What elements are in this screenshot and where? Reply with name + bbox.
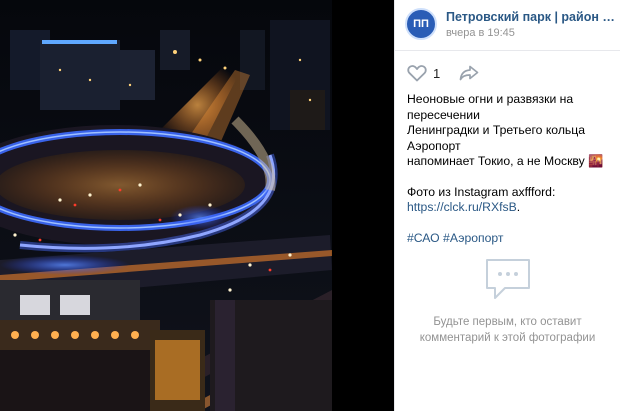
post-actions: 1: [395, 51, 620, 86]
empty-comments: Будьте первым, кто оставит комментарий к…: [395, 256, 620, 346]
source-link[interactable]: https://clck.ru/RXfsB: [407, 200, 517, 214]
post-line: Неоновые огни и развязки на пересечении: [407, 92, 574, 122]
night-interchange-photo: [0, 0, 394, 411]
sunset-emoji: 🌇: [588, 154, 604, 168]
post-line: Ленинградки и Третьего кольца Аэропорт: [407, 123, 586, 153]
post-date[interactable]: вчера в 19:45: [446, 27, 616, 39]
post-sidebar: ПП Петровский парк | район Аэропорт вчер…: [394, 0, 620, 411]
photo[interactable]: [0, 0, 394, 411]
share-icon: [459, 65, 479, 81]
share-button[interactable]: [459, 65, 479, 81]
heart-icon: [407, 65, 427, 82]
link-suffix: .: [516, 200, 521, 214]
like-button[interactable]: 1: [407, 64, 440, 82]
photo-credit: Фото из Instagram axffford:: [407, 184, 556, 199]
post-line-text: напоминает Токио, а не Москву: [407, 154, 585, 168]
empty-text-line: комментарий к этой фотографии: [419, 331, 596, 344]
group-name[interactable]: Петровский парк | район Аэропорт: [446, 10, 616, 24]
post-line: напоминает Токио, а не Москву 🌇: [407, 154, 608, 170]
hashtag-aeroport[interactable]: #Аэропорт: [443, 231, 503, 245]
empty-text-line: Будьте первым, кто оставит: [433, 316, 582, 328]
photo-viewer: ПП Петровский парк | район Аэропорт вчер…: [0, 0, 620, 411]
hashtag-sao[interactable]: #САО: [407, 231, 440, 245]
post-text: Неоновые огни и развязки на пересечении …: [395, 86, 620, 246]
like-count: 1: [433, 65, 441, 81]
group-avatar[interactable]: ПП: [405, 8, 437, 40]
speech-bubble-icon: [485, 259, 530, 299]
post-header: ПП Петровский парк | район Аэропорт вчер…: [395, 0, 620, 50]
